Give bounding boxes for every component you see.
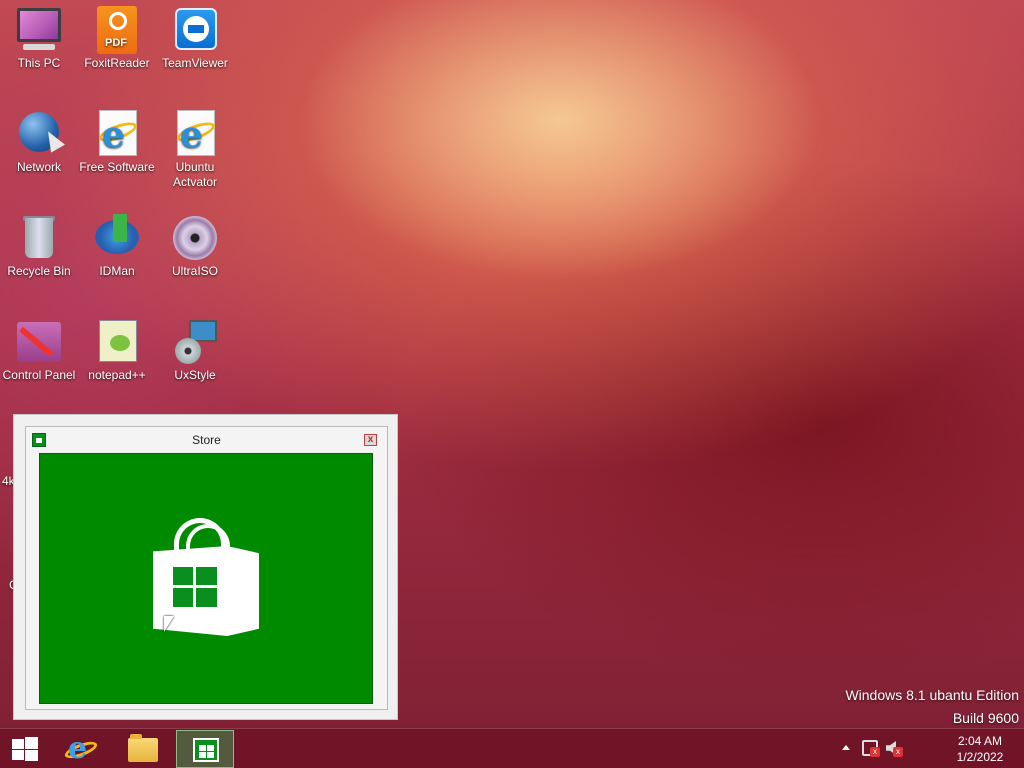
window-title: Store [192,433,221,447]
network-globe-icon [15,110,65,158]
desktop-icon-uxstyle[interactable]: UxStyle [156,312,234,383]
start-button[interactable] [0,729,50,768]
desktop-icon-label: UxStyle [174,368,216,382]
taskbar-file-explorer[interactable] [114,730,172,768]
taskbar-store[interactable] [176,730,234,768]
desktop-icon-label: Control Panel [2,368,76,382]
desktop-icon-label: FoxitReader [84,56,150,70]
desktop-icon-label: Ubuntu Actvator [172,160,217,189]
uxstyle-icon [171,318,219,366]
store-window-frame: Store x [25,426,388,710]
desktop-icon-control-panel[interactable]: Control Panel [0,312,78,383]
desktop-icon-label: This PC [17,56,61,70]
windows-logo-icon [173,567,217,607]
volume-muted-badge: x [893,747,903,757]
control-panel-icon [15,318,63,366]
mouse-cursor-icon [164,616,174,632]
ie-document-icon: e [171,110,219,158]
notepad-plus-plus-icon [93,318,141,366]
desktop-icon-network[interactable]: Network [0,104,78,175]
show-hidden-icons-icon[interactable] [842,745,850,750]
store-splash [39,453,373,704]
network-error-badge: x [870,747,880,757]
start-windows-icon [12,737,38,761]
desktop-icon-this-pc[interactable]: This PC [0,0,78,71]
desktop-icon-ubuntu-actvator[interactable]: e Ubuntu Actvator [156,104,234,190]
taskbar-internet-explorer[interactable]: e [52,730,110,768]
desktop-icon-label: UltraISO [171,264,218,278]
store-icon [193,738,219,762]
file-explorer-icon [128,734,158,762]
edition-text: Windows 8.1 ubantu Edition [845,687,1019,703]
desktop-icon-idman[interactable]: IDMan [78,208,156,279]
teamviewer-icon [171,6,219,54]
taskbar: e x x 2:04 AM 1/2/2022 [0,728,1024,768]
store-window-titlebar[interactable]: Store x [26,427,387,453]
this-pc-icon [15,6,63,54]
desktop-icon-label: TeamViewer [162,56,228,70]
store-window[interactable]: Store x [13,414,398,720]
desktop-icon-ultraiso[interactable]: UltraISO [156,208,234,279]
desktop-icon-label: Free Software [79,160,155,174]
close-button[interactable]: x [364,434,377,446]
recycle-bin-icon [15,214,63,262]
idm-icon [93,214,141,262]
ie-document-icon: e [93,110,141,158]
build-text: Build 9600 [952,710,1019,726]
desktop-icon-label: Recycle Bin [7,264,71,278]
disc-icon [171,214,219,262]
desktop-icon-label: IDMan [99,264,135,278]
clock-date: 1/2/2022 [956,750,1004,764]
desktop-icon-label: notepad++ [88,368,146,382]
desktop-icon-foxitreader[interactable]: PDF FoxitReader [78,0,156,71]
desktop-icon-notepad-plus-plus[interactable]: notepad++ [78,312,156,383]
desktop-icon-teamviewer[interactable]: TeamViewer [156,0,234,71]
desktop-icon-label: Network [16,160,61,174]
desktop-icon-recycle-bin[interactable]: Recycle Bin [0,208,78,279]
foxit-reader-icon: PDF [93,6,141,54]
os-watermark: Windows 8.1 ubantu Edition Build 9600 [845,684,1019,730]
desktop-icon-free-software[interactable]: e Free Software [78,104,156,175]
clock-time: 2:04 AM [957,734,1003,748]
taskbar-clock[interactable]: 2:04 AM 1/2/2022 [940,733,1020,765]
